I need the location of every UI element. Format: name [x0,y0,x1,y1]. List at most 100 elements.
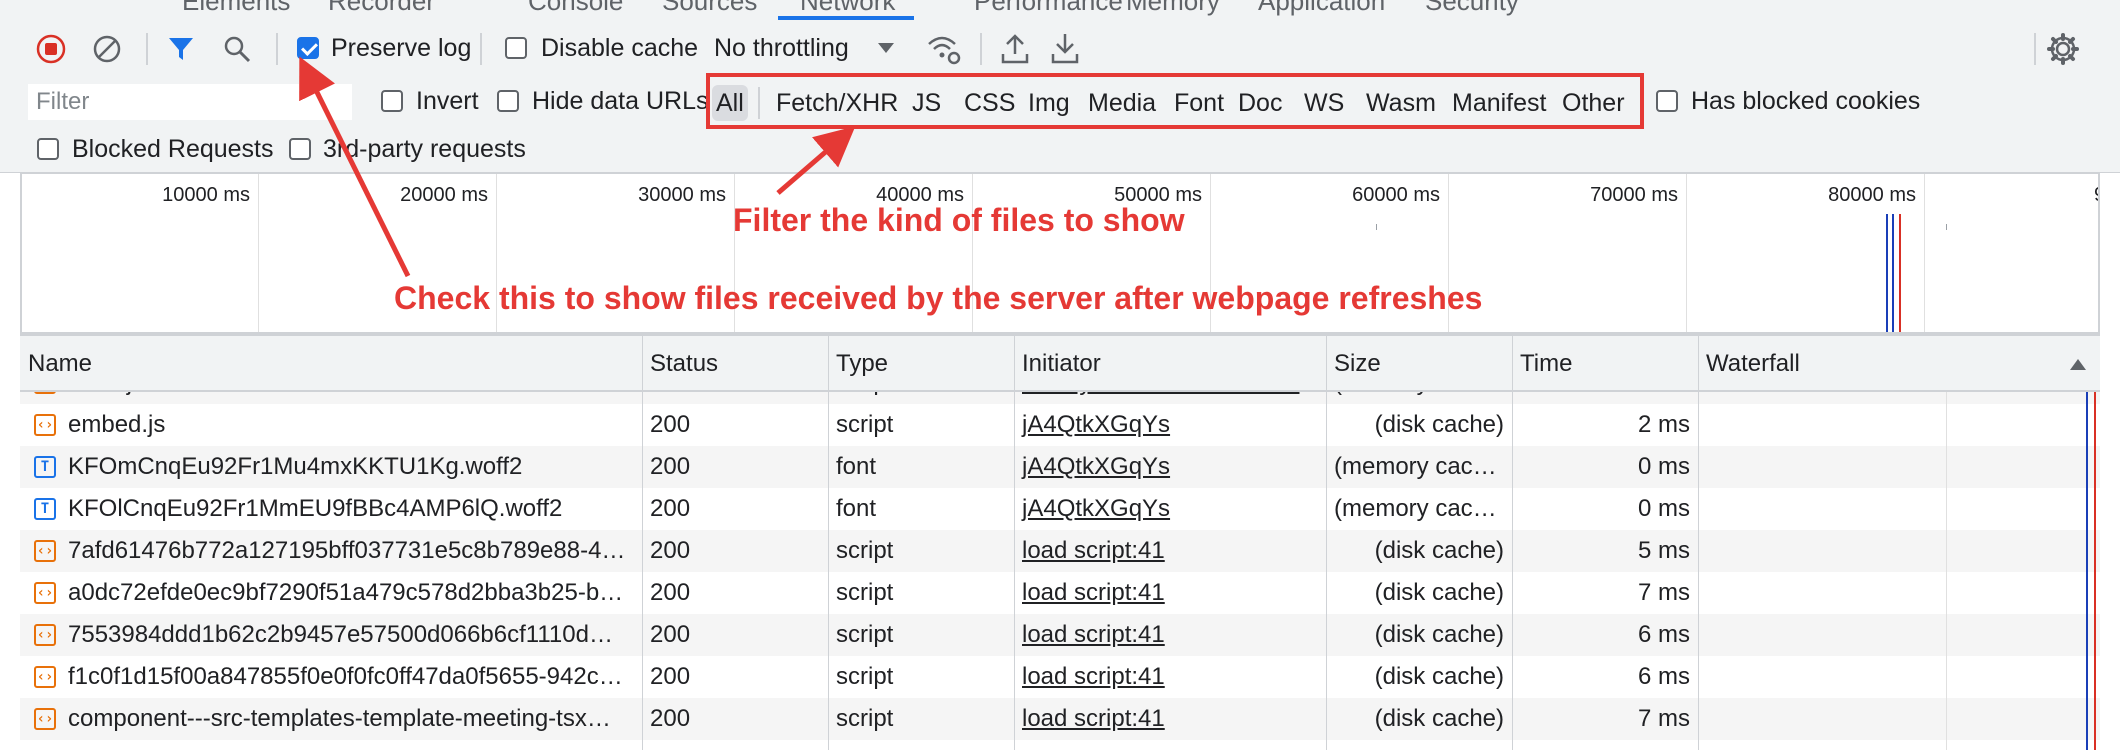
table-row[interactable]: T KFOmCnqEu92Fr1Mu4mxKKTU1Kg.woff2 200 font… [20,446,2100,488]
panel-tab-performance[interactable]: Performance [974,0,1123,17]
table-row[interactable]: ‹› embed.js 200 script jA4QtkXGqYs (disk cach… [20,404,2100,446]
cell-name[interactable]: component---src-templates-template-meeti… [60,698,642,740]
panel-tab-recorder[interactable]: Recorder [328,0,435,17]
overview-tick-mark [1946,224,1947,230]
overview-gridline [1924,174,1925,332]
cell-name[interactable]: 7553984ddd1b62c2b9457e57500d066b6cf1110d… [60,614,642,656]
panel-tab-console[interactable]: Console [528,0,623,17]
hide-data-urls-checkbox[interactable] [497,90,519,112]
hide-data-urls-label[interactable]: Hide data URLs [532,87,708,116]
preserve-log-label[interactable]: Preserve log [331,34,471,63]
cell-type: font [836,453,877,480]
table-row[interactable]: ‹› a0dc72efde0ec9bf7290f51a479c578d2bba3b… [20,572,2100,614]
cell-type: script [836,705,894,732]
network-conditions-icon[interactable] [926,32,962,66]
import-har-icon[interactable] [1000,32,1030,66]
font-file-icon: T [34,456,56,478]
disable-cache-label[interactable]: Disable cache [541,34,698,63]
column-header-size[interactable]: Size [1326,336,1512,392]
cell-size: (memory cac… [1334,453,1497,480]
cell-time: 6 ms [1637,621,1690,648]
cell-initiator[interactable]: load script:41 [1014,530,1326,572]
cell-name[interactable]: embed.js [60,404,642,446]
chevron-down-icon[interactable] [876,40,896,56]
column-header-waterfall[interactable]: Waterfall [1698,336,2100,392]
has-blocked-cookies-checkbox[interactable] [1656,90,1678,112]
cell-size: (disk cache) [1374,663,1504,690]
cell-status: 200 [650,621,691,648]
blocked-requests-checkbox[interactable] [37,138,59,160]
column-divider [1326,334,1327,750]
search-icon[interactable] [222,34,252,64]
clear-icon[interactable] [92,34,122,64]
cell-initiator[interactable]: load script:41 [1014,572,1326,614]
script-file-icon: ‹› [34,582,56,604]
has-blocked-cookies-label[interactable]: Has blocked cookies [1691,87,1920,116]
cell-size: (disk cache) [1374,411,1504,438]
invert-label[interactable]: Invert [416,87,479,116]
third-party-requests-checkbox[interactable] [289,138,311,160]
sort-ascending-icon[interactable] [2068,356,2088,372]
cell-initiator[interactable]: load script:41 [1014,698,1326,740]
table-row[interactable]: ‹› component---src-templates-template-mee… [20,698,2100,740]
column-header-name[interactable]: Name [20,336,642,392]
cell-name[interactable]: KFOlCnqEu92Fr1MmEU9fBBc4AMP6lQ.woff2 [60,488,642,530]
preserve-log-checkbox[interactable] [297,37,319,59]
script-file-icon: ‹› [34,414,56,436]
cell-initiator[interactable]: jA4QtkXGqYs [1014,446,1326,488]
column-divider [642,334,643,750]
column-header-type[interactable]: Type [828,336,1014,392]
throttling-select[interactable]: No throttling [714,34,849,63]
cell-time: 0 ms [1637,495,1690,522]
export-har-icon[interactable] [1050,32,1080,66]
panel-tab-application[interactable]: Application [1258,0,1385,17]
stop-recording-icon[interactable] [36,34,66,64]
filter-icon[interactable] [166,34,196,64]
panel-tab-security[interactable]: Security [1425,0,1519,17]
dom-content-loaded-marker [1886,214,1888,332]
column-divider [1014,334,1015,750]
cell-name[interactable]: f1c0f1d15f00a847855f0e0f0fc0ff47da0f5655… [60,656,642,698]
filter-annotation: Filter the kind of files to show [733,202,1185,238]
overview-tick-label: 70000 ms [1590,184,1678,206]
filter-types-highlight-box [706,73,1644,129]
overview-tick-label: 30000 ms [638,184,726,206]
cell-initiator[interactable]: load script:41 [1014,656,1326,698]
cell-initiator[interactable]: jA4QtkXGqYs [1014,404,1326,446]
third-party-requests-label[interactable]: 3rd-party requests [323,135,526,164]
table-row[interactable]: ‹› 7553984ddd1b62c2b9457e57500d066b6cf111… [20,614,2100,656]
panel-tab-memory[interactable]: Memory [1126,0,1220,17]
column-header-status[interactable]: Status [642,336,828,392]
overview-gridline [1686,174,1687,332]
column-header-initiator[interactable]: Initiator [1014,336,1326,392]
overview-gridline [258,174,259,332]
cell-name[interactable]: 7afd61476b772a127195bff037731e5c8b789e88… [60,530,642,572]
cell-size: (disk cache) [1374,579,1504,606]
filter-input[interactable] [28,84,352,120]
cell-type: script [836,537,894,564]
panel-tab-elements[interactable]: Elements [182,0,290,17]
overview-tick-label: 20000 ms [400,184,488,206]
gear-icon[interactable] [2046,32,2080,66]
cell-status: 200 [650,579,691,606]
table-row[interactable]: ‹› 7afd61476b772a127195bff037731e5c8b789e… [20,530,2100,572]
cell-size: (memory cac… [1334,495,1497,522]
disable-cache-checkbox[interactable] [505,37,527,59]
cell-time: 2 ms [1637,411,1690,438]
invert-checkbox[interactable] [381,90,403,112]
column-divider [1698,334,1699,750]
script-file-icon: ‹› [34,540,56,562]
cell-name[interactable]: a0dc72efde0ec9bf7290f51a479c578d2bba3b25… [60,572,642,614]
font-file-icon: T [34,498,56,520]
panel-tab-network[interactable]: Network [800,0,895,17]
panel-tab-sources[interactable]: Sources [662,0,757,17]
cell-initiator[interactable]: load script:41 [1014,614,1326,656]
script-file-icon: ‹› [34,708,56,730]
cell-name[interactable]: KFOmCnqEu92Fr1Mu4mxKKTU1Kg.woff2 [60,446,642,488]
cell-initiator[interactable]: jA4QtkXGqYs [1014,488,1326,530]
requests-table-header: Name Status Type Initiator Size Time Waterfall [20,334,2100,392]
table-row[interactable]: T KFOlCnqEu92Fr1MmEU9fBBc4AMP6lQ.woff2 200… [20,488,2100,530]
column-header-time[interactable]: Time [1512,336,1698,392]
blocked-requests-label[interactable]: Blocked Requests [72,135,274,164]
table-row[interactable]: ‹› f1c0f1d15f00a847855f0e0f0fc0ff47da0f56… [20,656,2100,698]
